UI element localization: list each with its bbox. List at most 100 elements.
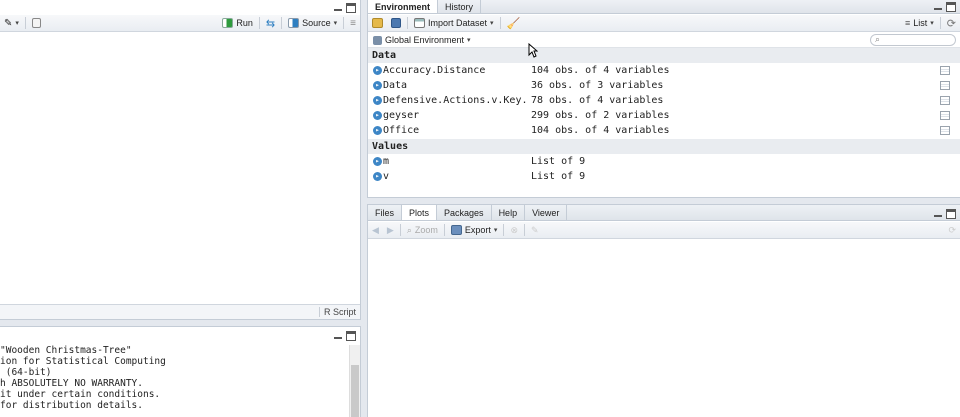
notebook-icon — [31, 18, 41, 28]
compile-report-button[interactable] — [28, 16, 45, 31]
expand-icon[interactable]: ▸ — [373, 126, 382, 135]
search-icon: ⌕ — [875, 34, 881, 44]
list-label: List — [913, 18, 928, 28]
console-line: it under certain conditions. — [0, 389, 161, 400]
maximize-icon[interactable] — [946, 2, 956, 12]
toolbar-divider — [399, 224, 401, 236]
expand-icon[interactable]: ▸ — [373, 96, 382, 105]
environment-search-input[interactable]: ⌕ — [870, 34, 956, 46]
view-table-icon[interactable] — [940, 126, 950, 135]
maximize-icon[interactable] — [946, 209, 956, 219]
object-name: geyser — [383, 110, 420, 121]
environment-icon — [373, 35, 382, 45]
broom-icon: 🧹 — [506, 17, 521, 30]
run-button[interactable]: Run — [218, 16, 257, 31]
expand-icon[interactable]: ▸ — [373, 111, 382, 120]
object-name: v — [383, 171, 390, 182]
zoom-button[interactable]: ⌕ Zoom — [403, 223, 442, 238]
toolbar-divider — [499, 17, 501, 29]
source-arrow-icon — [288, 18, 300, 28]
tab-environment[interactable]: Environment — [368, 0, 439, 13]
chevron-down-icon: ▾ — [493, 227, 498, 234]
arrow-left-icon: ◀ — [372, 224, 379, 235]
chevron-down-icon: ▾ — [490, 20, 494, 27]
clear-plots-button[interactable]: ✎ — [527, 223, 543, 238]
plots-pane: Files Plots Packages Help Viewer ◀ ▶ ⌕ Z… — [367, 204, 960, 417]
source-window-buttons — [333, 3, 356, 13]
chevron-down-icon: ▾ — [333, 20, 338, 27]
tab-files[interactable]: Files — [368, 205, 403, 220]
refresh-button[interactable]: ⟳ — [943, 16, 960, 31]
minimize-icon[interactable] — [933, 2, 943, 12]
list-item[interactable]: ▸ m List of 9 — [368, 154, 960, 169]
refresh-plots-button[interactable]: ⟳ — [944, 223, 960, 238]
minimize-icon[interactable] — [333, 3, 343, 13]
environment-scope-selector[interactable]: Global Environment ▾ — [373, 35, 471, 45]
toolbar-divider — [281, 17, 283, 29]
remove-plot-button[interactable]: ⊗ — [506, 223, 522, 238]
tab-plots[interactable]: Plots — [402, 205, 438, 220]
scope-label: Global Environment — [385, 35, 465, 45]
object-value: 78 obs. of 4 variables — [531, 95, 664, 106]
source-pane: ✎ ▾ Run ⇆ Source ▾ ≡ R Script — [0, 0, 361, 320]
rerun-icon: ⇆ — [265, 17, 276, 30]
expand-icon[interactable]: ▸ — [373, 157, 382, 166]
rerun-button[interactable]: ⇆ — [262, 16, 279, 31]
console-line: "Wooden Christmas-Tree" — [0, 345, 132, 356]
remove-icon: ⊗ — [510, 224, 518, 235]
export-button[interactable]: Export ▾ — [447, 223, 502, 238]
expand-icon[interactable]: ▸ — [373, 172, 382, 181]
console-window-buttons — [333, 331, 356, 341]
console-scrollbar[interactable] — [349, 345, 360, 417]
table-icon — [414, 18, 425, 28]
tab-help[interactable]: Help — [492, 205, 526, 220]
next-plot-button[interactable]: ▶ — [383, 223, 398, 238]
tab-viewer[interactable]: Viewer — [525, 205, 568, 220]
plots-window-buttons — [933, 209, 956, 219]
import-dataset-button[interactable]: Import Dataset ▾ — [410, 16, 498, 31]
editor-status-bar: R Script — [0, 304, 360, 319]
clear-workspace-button[interactable]: 🧹 — [503, 16, 525, 31]
outline-icon: ≡ — [350, 17, 356, 29]
list-item[interactable]: ▸ Accuracy.Distance 104 obs. of 4 variab… — [368, 63, 960, 78]
maximize-icon[interactable] — [346, 331, 356, 341]
zoom-icon: ⌕ — [406, 224, 412, 235]
list-item[interactable]: ▸ Data 36 obs. of 3 variables — [368, 78, 960, 93]
console-output[interactable]: "Wooden Christmas-Tree" ion for Statisti… — [0, 345, 348, 417]
scope-bar: Global Environment ▾ ⌕ — [368, 33, 960, 48]
scrollbar-thumb[interactable] — [351, 365, 359, 417]
tab-packages[interactable]: Packages — [437, 205, 492, 220]
toolbar-divider — [258, 17, 260, 29]
object-name: Office — [383, 125, 420, 136]
minimize-icon[interactable] — [333, 331, 343, 341]
view-mode-selector[interactable]: ≡ List ▾ — [901, 16, 938, 31]
script-type-selector[interactable]: R Script — [318, 307, 356, 317]
source-button[interactable]: Source ▾ — [284, 16, 341, 31]
code-tools-button[interactable]: ✎ ▾ — [0, 16, 23, 31]
list-item[interactable]: ▸ Defensive.Actions.v.Key... 78 obs. of … — [368, 93, 960, 108]
view-table-icon[interactable] — [940, 96, 950, 105]
plot-area — [368, 240, 960, 417]
save-workspace-button[interactable] — [387, 16, 405, 31]
run-label: Run — [236, 18, 253, 28]
chevron-down-icon: ▾ — [15, 20, 19, 27]
environment-tabbar: Environment History — [368, 0, 960, 14]
load-workspace-button[interactable] — [368, 16, 387, 31]
expand-icon[interactable]: ▸ — [373, 81, 382, 90]
expand-icon[interactable]: ▸ — [373, 66, 382, 75]
view-table-icon[interactable] — [940, 111, 950, 120]
toolbar-divider — [939, 17, 941, 29]
tab-history[interactable]: History — [438, 0, 482, 13]
list-item[interactable]: ▸ geyser 299 obs. of 2 variables — [368, 108, 960, 123]
view-table-icon[interactable] — [940, 81, 950, 90]
minimize-icon[interactable] — [933, 209, 943, 219]
outline-button[interactable]: ≡ — [346, 16, 360, 31]
list-item[interactable]: ▸ Office 104 obs. of 4 variables — [368, 123, 960, 138]
view-table-icon[interactable] — [940, 66, 950, 75]
object-value: 104 obs. of 4 variables — [531, 65, 670, 76]
list-item[interactable]: ▸ v List of 9 — [368, 169, 960, 184]
refresh-icon: ⟳ — [948, 224, 956, 235]
maximize-icon[interactable] — [346, 3, 356, 13]
previous-plot-button[interactable]: ◀ — [368, 223, 383, 238]
script-editor[interactable] — [0, 33, 360, 304]
